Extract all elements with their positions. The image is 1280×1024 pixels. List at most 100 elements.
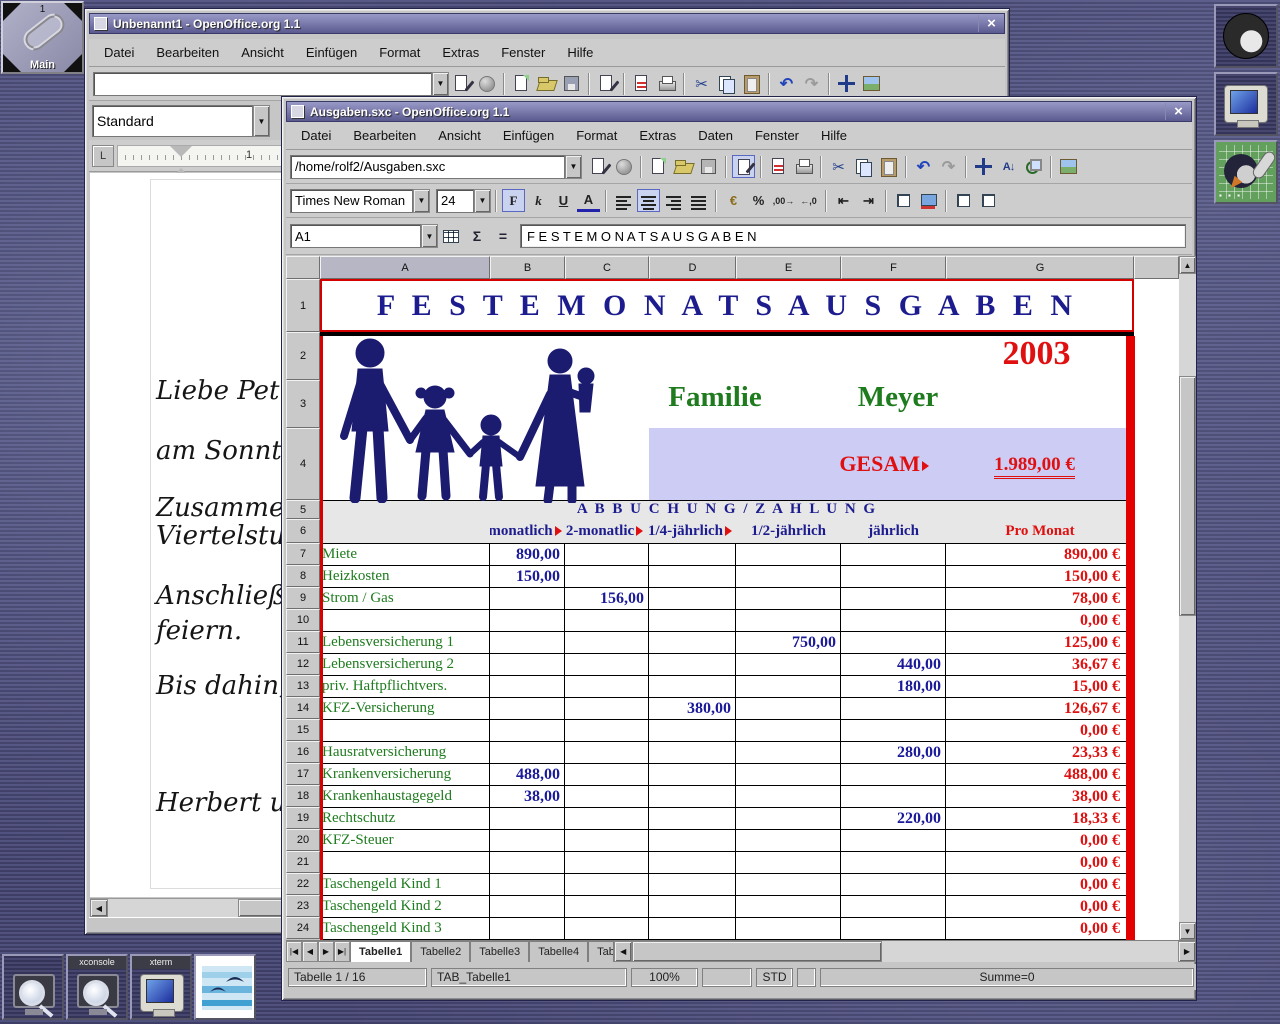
freq-header-monatlich[interactable]: monatlich: [490, 519, 565, 543]
edit-mode-icon[interactable]: [732, 155, 755, 178]
cell-F13[interactable]: 180,00: [841, 676, 946, 697]
row-header-16[interactable]: 16: [286, 741, 320, 763]
navigator-icon[interactable]: [835, 72, 858, 95]
row-header-17[interactable]: 17: [286, 763, 320, 785]
cell-D21[interactable]: [649, 852, 736, 873]
desktop-icon-paint[interactable]: ▪ ▪ ▪: [1214, 140, 1278, 204]
scroll-left-icon[interactable]: ◀: [614, 941, 632, 962]
scroll-left-icon[interactable]: ◀: [90, 899, 108, 917]
row-header-10[interactable]: 10: [286, 609, 320, 631]
cell-F8[interactable]: [841, 566, 946, 587]
minimized-window-openoffice[interactable]: [194, 954, 256, 1020]
paragraph-style-combo[interactable]: Standard ▼: [92, 105, 270, 137]
cell-C14[interactable]: [565, 698, 649, 719]
cell-C7[interactable]: [565, 544, 649, 565]
cell-reference-combo[interactable]: A1 ▼: [290, 224, 438, 248]
cell-A16[interactable]: Hausratversicherung: [320, 742, 490, 763]
cell-F17[interactable]: [841, 764, 946, 785]
tab-tabelle3[interactable]: Tabelle3: [470, 941, 529, 962]
status-zoom[interactable]: 100%: [631, 968, 698, 987]
edit-mode-icon[interactable]: [595, 72, 618, 95]
data-rows[interactable]: Miete890,00890,00 €Heizkosten150,00150,0…: [320, 543, 1134, 940]
cell-B19[interactable]: [490, 808, 565, 829]
cell-A14[interactable]: KFZ-Versicherung: [320, 698, 490, 719]
cell-C20[interactable]: [565, 830, 649, 851]
menu-einf-gen[interactable]: Einfügen: [494, 125, 563, 146]
cell-abbuchung-zahlung[interactable]: A B B U C H U N G / Z A H L U N G: [320, 501, 1134, 519]
select-all-corner[interactable]: [286, 256, 320, 279]
chevron-down-icon[interactable]: ▼: [565, 155, 582, 179]
cell-F21[interactable]: [841, 852, 946, 873]
writer-titlebar[interactable]: Unbenannt1 - OpenOffice.org 1.1 ×: [89, 13, 1005, 34]
column-header-extra[interactable]: [1134, 256, 1179, 279]
cell-D18[interactable]: [649, 786, 736, 807]
cell-A15[interactable]: [320, 720, 490, 741]
cell-D15[interactable]: [649, 720, 736, 741]
row-header-15[interactable]: 15: [286, 719, 320, 741]
cell-year[interactable]: 2003: [946, 335, 1127, 373]
align-top-icon[interactable]: [952, 189, 975, 212]
undo-icon[interactable]: ↶: [775, 72, 798, 95]
copy-icon[interactable]: [852, 155, 875, 178]
cell-G18[interactable]: 38,00 €: [946, 786, 1134, 807]
scroll-down-icon[interactable]: ▼: [1179, 922, 1196, 940]
row-header-8[interactable]: 8: [286, 565, 320, 587]
workspace-pager[interactable]: 1 Main: [1, 1, 84, 74]
system-menu-icon[interactable]: [291, 105, 304, 118]
last-sheet-icon[interactable]: ▶|: [334, 941, 350, 962]
minimized-window-magnifier[interactable]: [2, 954, 64, 1020]
cell-B24[interactable]: [490, 918, 565, 939]
status-page-style[interactable]: TAB_Tabelle1: [431, 968, 627, 987]
cell-A13[interactable]: priv. Haftpflichtvers.: [320, 676, 490, 697]
row-header-20[interactable]: 20: [286, 829, 320, 851]
freq-header-j-hrlich[interactable]: jährlich: [841, 519, 946, 543]
cell-D14[interactable]: 380,00: [649, 698, 736, 719]
cell-C9[interactable]: 156,00: [565, 588, 649, 609]
row-header-13[interactable]: 13: [286, 675, 320, 697]
align-center-icon[interactable]: [637, 189, 660, 212]
cell-F19[interactable]: 220,00: [841, 808, 946, 829]
copy-icon[interactable]: [715, 72, 738, 95]
cell-G13[interactable]: 15,00 €: [946, 676, 1134, 697]
row-header-24[interactable]: 24: [286, 917, 320, 939]
chevron-down-icon[interactable]: ▼: [253, 105, 270, 137]
cell-E16[interactable]: [736, 742, 841, 763]
close-button[interactable]: ×: [978, 15, 1004, 32]
cell-D23[interactable]: [649, 896, 736, 917]
column-header-C[interactable]: C: [565, 256, 649, 279]
menu-einf-gen[interactable]: Einfügen: [297, 42, 366, 63]
cell-B12[interactable]: [490, 654, 565, 675]
function-icon[interactable]: =: [492, 225, 514, 247]
function-wizard-icon[interactable]: [440, 225, 462, 247]
cell-A20[interactable]: KFZ-Steuer: [320, 830, 490, 851]
cell-B16[interactable]: [490, 742, 565, 763]
cell-B17[interactable]: 488,00: [490, 764, 565, 785]
cell-G10[interactable]: 0,00 €: [946, 610, 1134, 631]
row-header-22[interactable]: 22: [286, 873, 320, 895]
cell-F14[interactable]: [841, 698, 946, 719]
italic-icon[interactable]: k: [527, 189, 550, 212]
cell-B8[interactable]: 150,00: [490, 566, 565, 587]
cell-D9[interactable]: [649, 588, 736, 609]
sort-icon[interactable]: A↓: [997, 155, 1020, 178]
increase-indent-icon[interactable]: ⇥: [857, 189, 880, 212]
cell-E9[interactable]: [736, 588, 841, 609]
cell-D17[interactable]: [649, 764, 736, 785]
cell-gesamt-value[interactable]: 1.989,00 €: [972, 454, 1097, 476]
chevron-down-icon[interactable]: ▼: [413, 189, 430, 213]
cell-E22[interactable]: [736, 874, 841, 895]
cell-C13[interactable]: [565, 676, 649, 697]
add-decimal-icon[interactable]: ,00→: [772, 189, 795, 212]
cell-B20[interactable]: [490, 830, 565, 851]
cell-C22[interactable]: [565, 874, 649, 895]
row-header-14[interactable]: 14: [286, 697, 320, 719]
cell-C21[interactable]: [565, 852, 649, 873]
menu-hilfe[interactable]: Hilfe: [558, 42, 602, 63]
tab-tabelle2[interactable]: Tabelle2: [411, 941, 470, 962]
cell-F24[interactable]: [841, 918, 946, 939]
cell-B9[interactable]: [490, 588, 565, 609]
cell-C24[interactable]: [565, 918, 649, 939]
new-document-icon[interactable]: [647, 155, 670, 178]
cell-C18[interactable]: [565, 786, 649, 807]
freq-header-1-4-j-hrlich[interactable]: 1/4-jährlich: [649, 519, 736, 543]
